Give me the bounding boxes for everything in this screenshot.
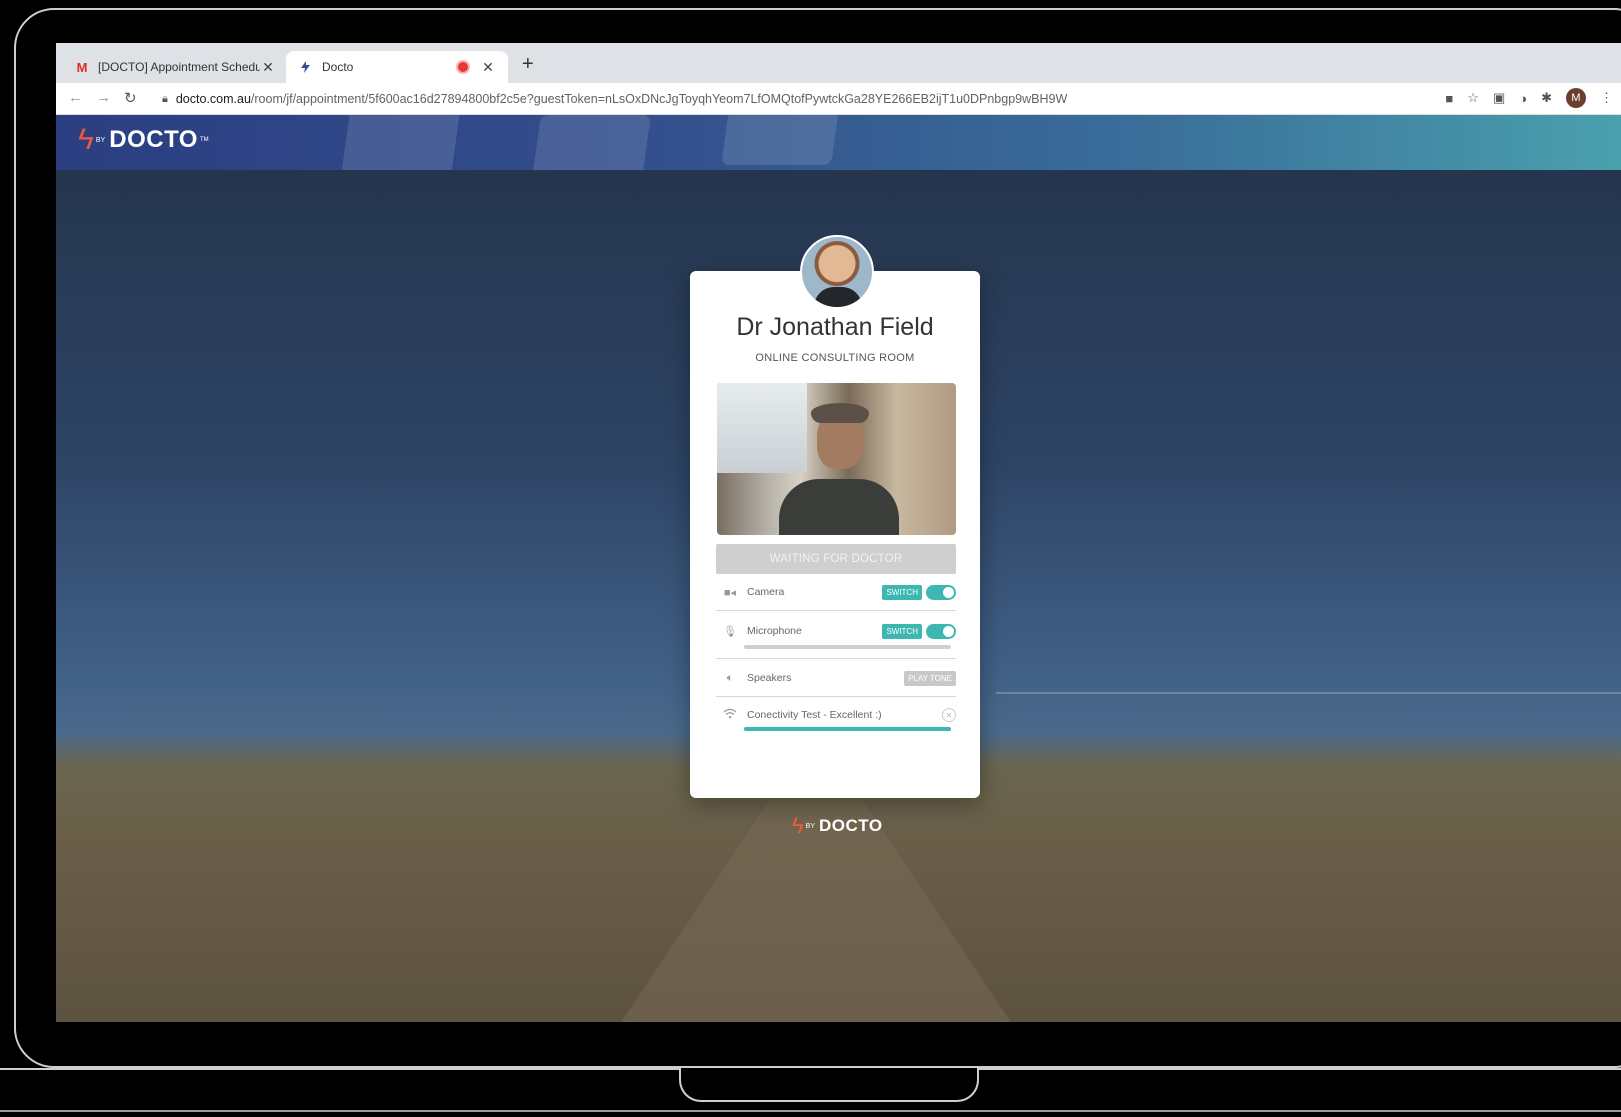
microphone-switch-button[interactable]: SWITCH <box>882 623 922 639</box>
header-decoration <box>341 115 461 170</box>
extensions-puzzle-icon[interactable]: ✱ <box>1541 90 1552 106</box>
bookmark-star-icon[interactable]: ☆ <box>1467 90 1479 106</box>
tab-bar: M [DOCTO] Appointment Schedu ✕ Docto ✕ + <box>56 43 1621 83</box>
url-host: docto.com.au <box>175 92 251 106</box>
docto-logo[interactable]: ϟ BY DOCTO TM <box>78 125 209 155</box>
new-tab-button[interactable]: + <box>522 53 534 76</box>
tab-docto[interactable]: Docto ✕ <box>286 51 508 83</box>
site-header: ϟ BY DOCTO TM <box>56 115 1621 170</box>
lightning-bolt-icon: ϟ <box>792 813 804 838</box>
microphone-level-meter <box>744 645 951 649</box>
camera-indicator-icon[interactable]: ■ <box>1445 91 1453 106</box>
gmail-icon: M <box>76 59 88 75</box>
camera-toggle[interactable] <box>926 584 956 600</box>
microphone-label: Microphone <box>747 625 802 637</box>
browser-toolbar: ← → ↻ 🔒︎ docto.com.au /room/jf/appointme… <box>56 83 1621 115</box>
connectivity-progress-fill <box>744 727 951 731</box>
extension-circle-icon[interactable]: ◑ <box>1519 91 1527 106</box>
doctor-name: Dr Jonathan Field <box>736 313 934 341</box>
footer-logo-wordmark: DOCTO <box>819 816 883 835</box>
reload-icon[interactable]: ↻ <box>124 89 137 107</box>
divider <box>716 658 956 659</box>
divider <box>716 696 956 697</box>
docto-favicon-icon <box>298 59 314 75</box>
tab-gmail[interactable]: M [DOCTO] Appointment Schedu ✕ <box>62 51 288 83</box>
microphone-row: 🎙︎ Microphone SWITCH <box>721 619 956 643</box>
tab-title: [DOCTO] Appointment Schedu <box>98 60 260 74</box>
close-circle-icon[interactable]: ✕ <box>942 708 956 722</box>
lock-icon: 🔒︎ <box>162 92 168 105</box>
connectivity-row: Conectivity Test - Excellent :) ✕ <box>721 703 956 727</box>
play-tone-button[interactable]: PLAY TONE <box>904 670 956 686</box>
self-video-preview <box>717 383 956 535</box>
close-icon[interactable]: ✕ <box>480 59 496 76</box>
recording-icon <box>458 62 468 72</box>
speaker-icon: 🔈︎ <box>726 671 734 684</box>
header-decoration <box>531 115 651 170</box>
video-window-light <box>717 383 807 473</box>
back-icon[interactable]: ← <box>68 89 83 106</box>
close-icon[interactable]: ✕ <box>260 59 276 76</box>
connectivity-progress-bar <box>744 727 951 731</box>
microphone-icon: 🎙︎ <box>723 625 737 638</box>
url-path: /room/jf/appointment/5f600ac16d27894800b… <box>250 92 1068 106</box>
tab-title: Docto <box>322 60 354 74</box>
connectivity-label: Conectivity Test - Excellent :) <box>747 709 882 721</box>
avatar-shirt <box>814 287 862 307</box>
video-camera-icon: ■◂ <box>723 586 737 599</box>
footer-docto-logo[interactable]: ϟ BY DOCTO <box>792 815 883 837</box>
doctor-avatar <box>800 235 874 309</box>
laptop-notch <box>679 1068 979 1102</box>
camera-switch-button[interactable]: SWITCH <box>882 584 922 600</box>
wifi-icon <box>721 708 739 722</box>
header-decoration <box>721 115 841 165</box>
browser-window: M [DOCTO] Appointment Schedu ✕ Docto ✕ +… <box>56 43 1621 1022</box>
logo-wordmark: DOCTO <box>109 126 198 153</box>
logo-trademark: TM <box>199 137 209 143</box>
lightning-bolt-icon: ϟ <box>78 123 94 156</box>
microphone-toggle[interactable] <box>926 623 956 639</box>
footer-logo-by: BY <box>805 822 815 830</box>
background-fence <box>996 692 1621 694</box>
video-person-cap <box>811 403 869 423</box>
toolbar-icons: ■ ☆ ▣ ◑ ✱ M ⋮ <box>1445 88 1613 108</box>
camera-row: ■◂ Camera SWITCH <box>721 580 956 604</box>
profile-avatar[interactable]: M <box>1566 88 1586 108</box>
extension-g-icon[interactable]: ▣ <box>1493 90 1505 106</box>
waiting-for-doctor-button[interactable]: WAITING FOR DOCTOR <box>716 544 956 574</box>
address-bar[interactable]: 🔒︎ docto.com.au /room/jf/appointment/5f6… <box>152 87 1432 111</box>
divider <box>716 610 956 611</box>
camera-label: Camera <box>747 586 785 598</box>
room-label: ONLINE CONSULTING ROOM <box>755 352 915 364</box>
menu-icon[interactable]: ⋮ <box>1600 90 1613 106</box>
speakers-row: 🔈︎ Speakers PLAY TONE <box>721 666 956 690</box>
logo-by: BY <box>95 136 106 144</box>
forward-icon[interactable]: → <box>96 89 111 106</box>
speakers-label: Speakers <box>747 672 792 684</box>
laptop-base-edge <box>0 1110 1621 1112</box>
video-person-body <box>779 479 899 535</box>
